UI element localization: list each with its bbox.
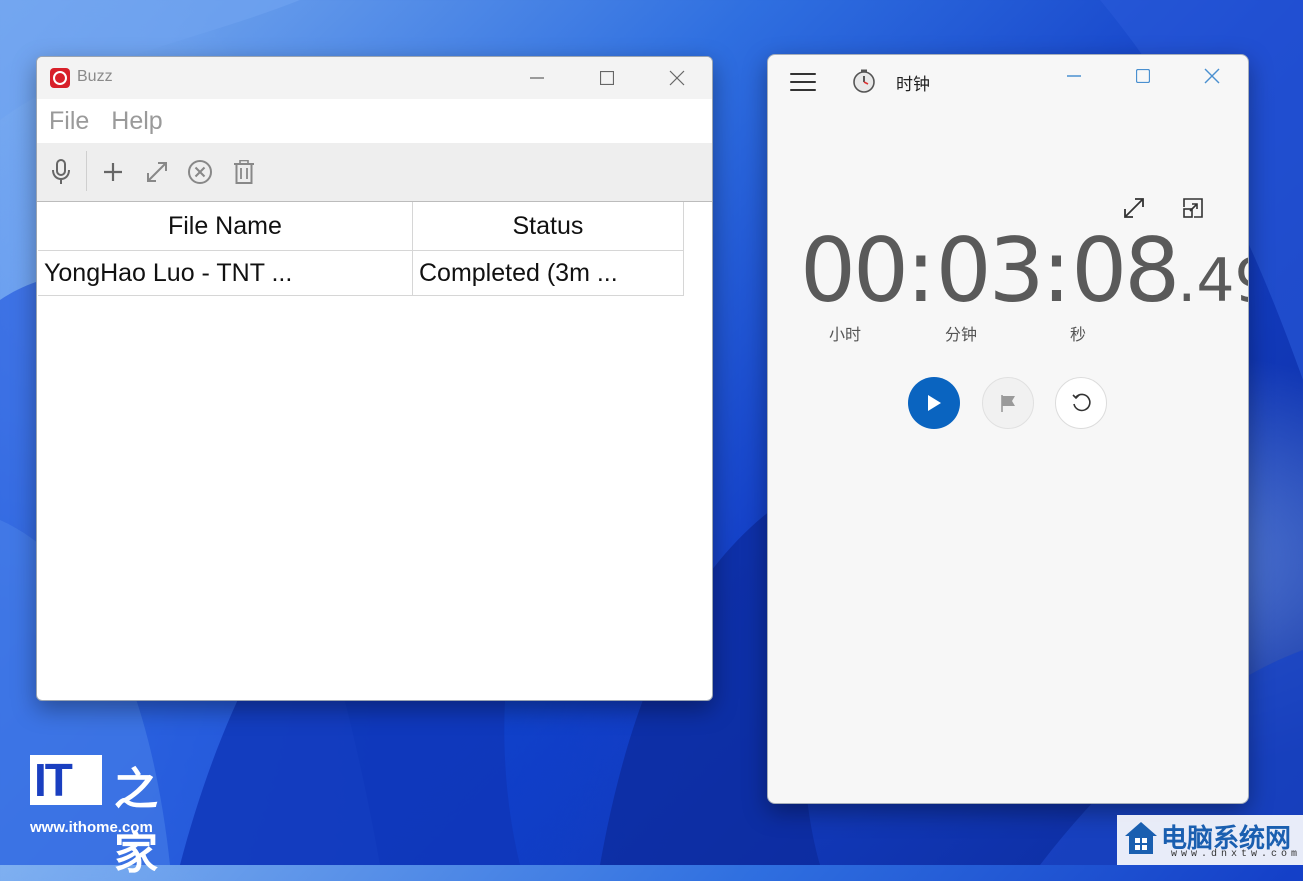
add-icon <box>104 163 122 181</box>
cell-status: Completed (3m ... <box>413 251 684 295</box>
unit-hours-label: 小时 <box>829 325 862 344</box>
clock-close-button[interactable] <box>1182 55 1242 97</box>
column-header-file-name[interactable]: File Name <box>38 202 413 250</box>
timer-hours: 00 <box>800 219 909 322</box>
mic-icon <box>52 159 70 184</box>
column-header-status[interactable]: Status <box>413 202 684 250</box>
stopwatch-time: 00 : 03 : 08 . 49 <box>800 219 1248 322</box>
timer-seconds: 08 <box>1071 219 1180 322</box>
delete-button[interactable] <box>227 155 261 189</box>
menu-help[interactable]: Help <box>111 107 162 136</box>
ithome-logo-cn: 之家 <box>114 764 158 879</box>
table-header: File Name Status <box>38 202 684 251</box>
table-row[interactable]: YongHao Luo - TNT ... Completed (3m ... <box>38 251 684 296</box>
flag-icon <box>1001 395 1015 412</box>
expand-icon <box>1124 198 1144 218</box>
ithome-logo-text: IT <box>34 754 73 806</box>
menu-bar: File Help <box>37 99 712 143</box>
reset-button[interactable] <box>1055 377 1107 429</box>
hamburger-menu-button[interactable] <box>790 71 816 93</box>
transcription-table: File Name Status YongHao Luo - TNT ... C… <box>38 202 684 296</box>
timer-separator: : <box>905 219 936 322</box>
unit-minutes-label: 分钟 <box>945 325 978 344</box>
cell-file-name: YongHao Luo - TNT ... <box>38 251 413 295</box>
minimize-icon <box>530 77 544 79</box>
open-button[interactable] <box>140 155 174 189</box>
clock-window: 时钟 00 : 03 : 08 . 49 小时 分钟 秒 <box>767 54 1249 804</box>
menu-file[interactable]: File <box>49 107 89 136</box>
maximize-button[interactable] <box>577 57 637 99</box>
cancel-button[interactable] <box>183 155 217 189</box>
timer-minutes: 03 <box>935 219 1045 322</box>
lap-button[interactable] <box>982 377 1034 429</box>
keep-on-top-button[interactable] <box>1178 193 1208 223</box>
ithome-url: www.ithome.com <box>30 819 153 836</box>
minimize-icon <box>1067 75 1081 77</box>
unit-seconds-label: 秒 <box>1070 325 1087 344</box>
start-button[interactable] <box>908 377 960 429</box>
clock-app-icon <box>853 69 875 93</box>
play-icon <box>928 395 941 411</box>
timer-decimal-point: . <box>1177 246 1197 316</box>
buzz-window: Buzz File Help File Name Status YongHao … <box>36 56 713 701</box>
add-button[interactable] <box>96 155 130 189</box>
dnxtw-url: www.dnxtw.com <box>1171 849 1302 860</box>
close-icon <box>669 70 685 86</box>
clock-minimize-button[interactable] <box>1044 55 1104 97</box>
buzz-app-icon <box>50 68 70 88</box>
close-button[interactable] <box>647 57 707 99</box>
toolbar-separator <box>86 151 87 191</box>
close-icon <box>1204 68 1220 84</box>
cancel-icon <box>188 160 212 184</box>
toolbar <box>37 143 712 202</box>
timer-separator: : <box>1041 219 1072 322</box>
clock-window-title: 时钟 <box>896 75 930 95</box>
dnxtw-watermark: 电脑系统网 www.dnxtw.com <box>1117 815 1303 865</box>
record-button[interactable] <box>44 155 78 189</box>
clock-maximize-button[interactable] <box>1113 55 1173 97</box>
reset-icon <box>1072 393 1091 412</box>
expand-icon <box>147 162 167 182</box>
buzz-window-title: Buzz <box>77 68 113 85</box>
maximize-icon <box>600 71 614 85</box>
house-logo-icon <box>1125 822 1157 854</box>
delete-icon <box>234 160 254 184</box>
buzz-titlebar[interactable]: Buzz <box>37 57 712 99</box>
picture-in-picture-icon <box>1183 198 1203 218</box>
timer-fraction: 49 <box>1196 246 1248 316</box>
maximize-icon <box>1136 69 1150 83</box>
minimize-button[interactable] <box>507 57 567 99</box>
